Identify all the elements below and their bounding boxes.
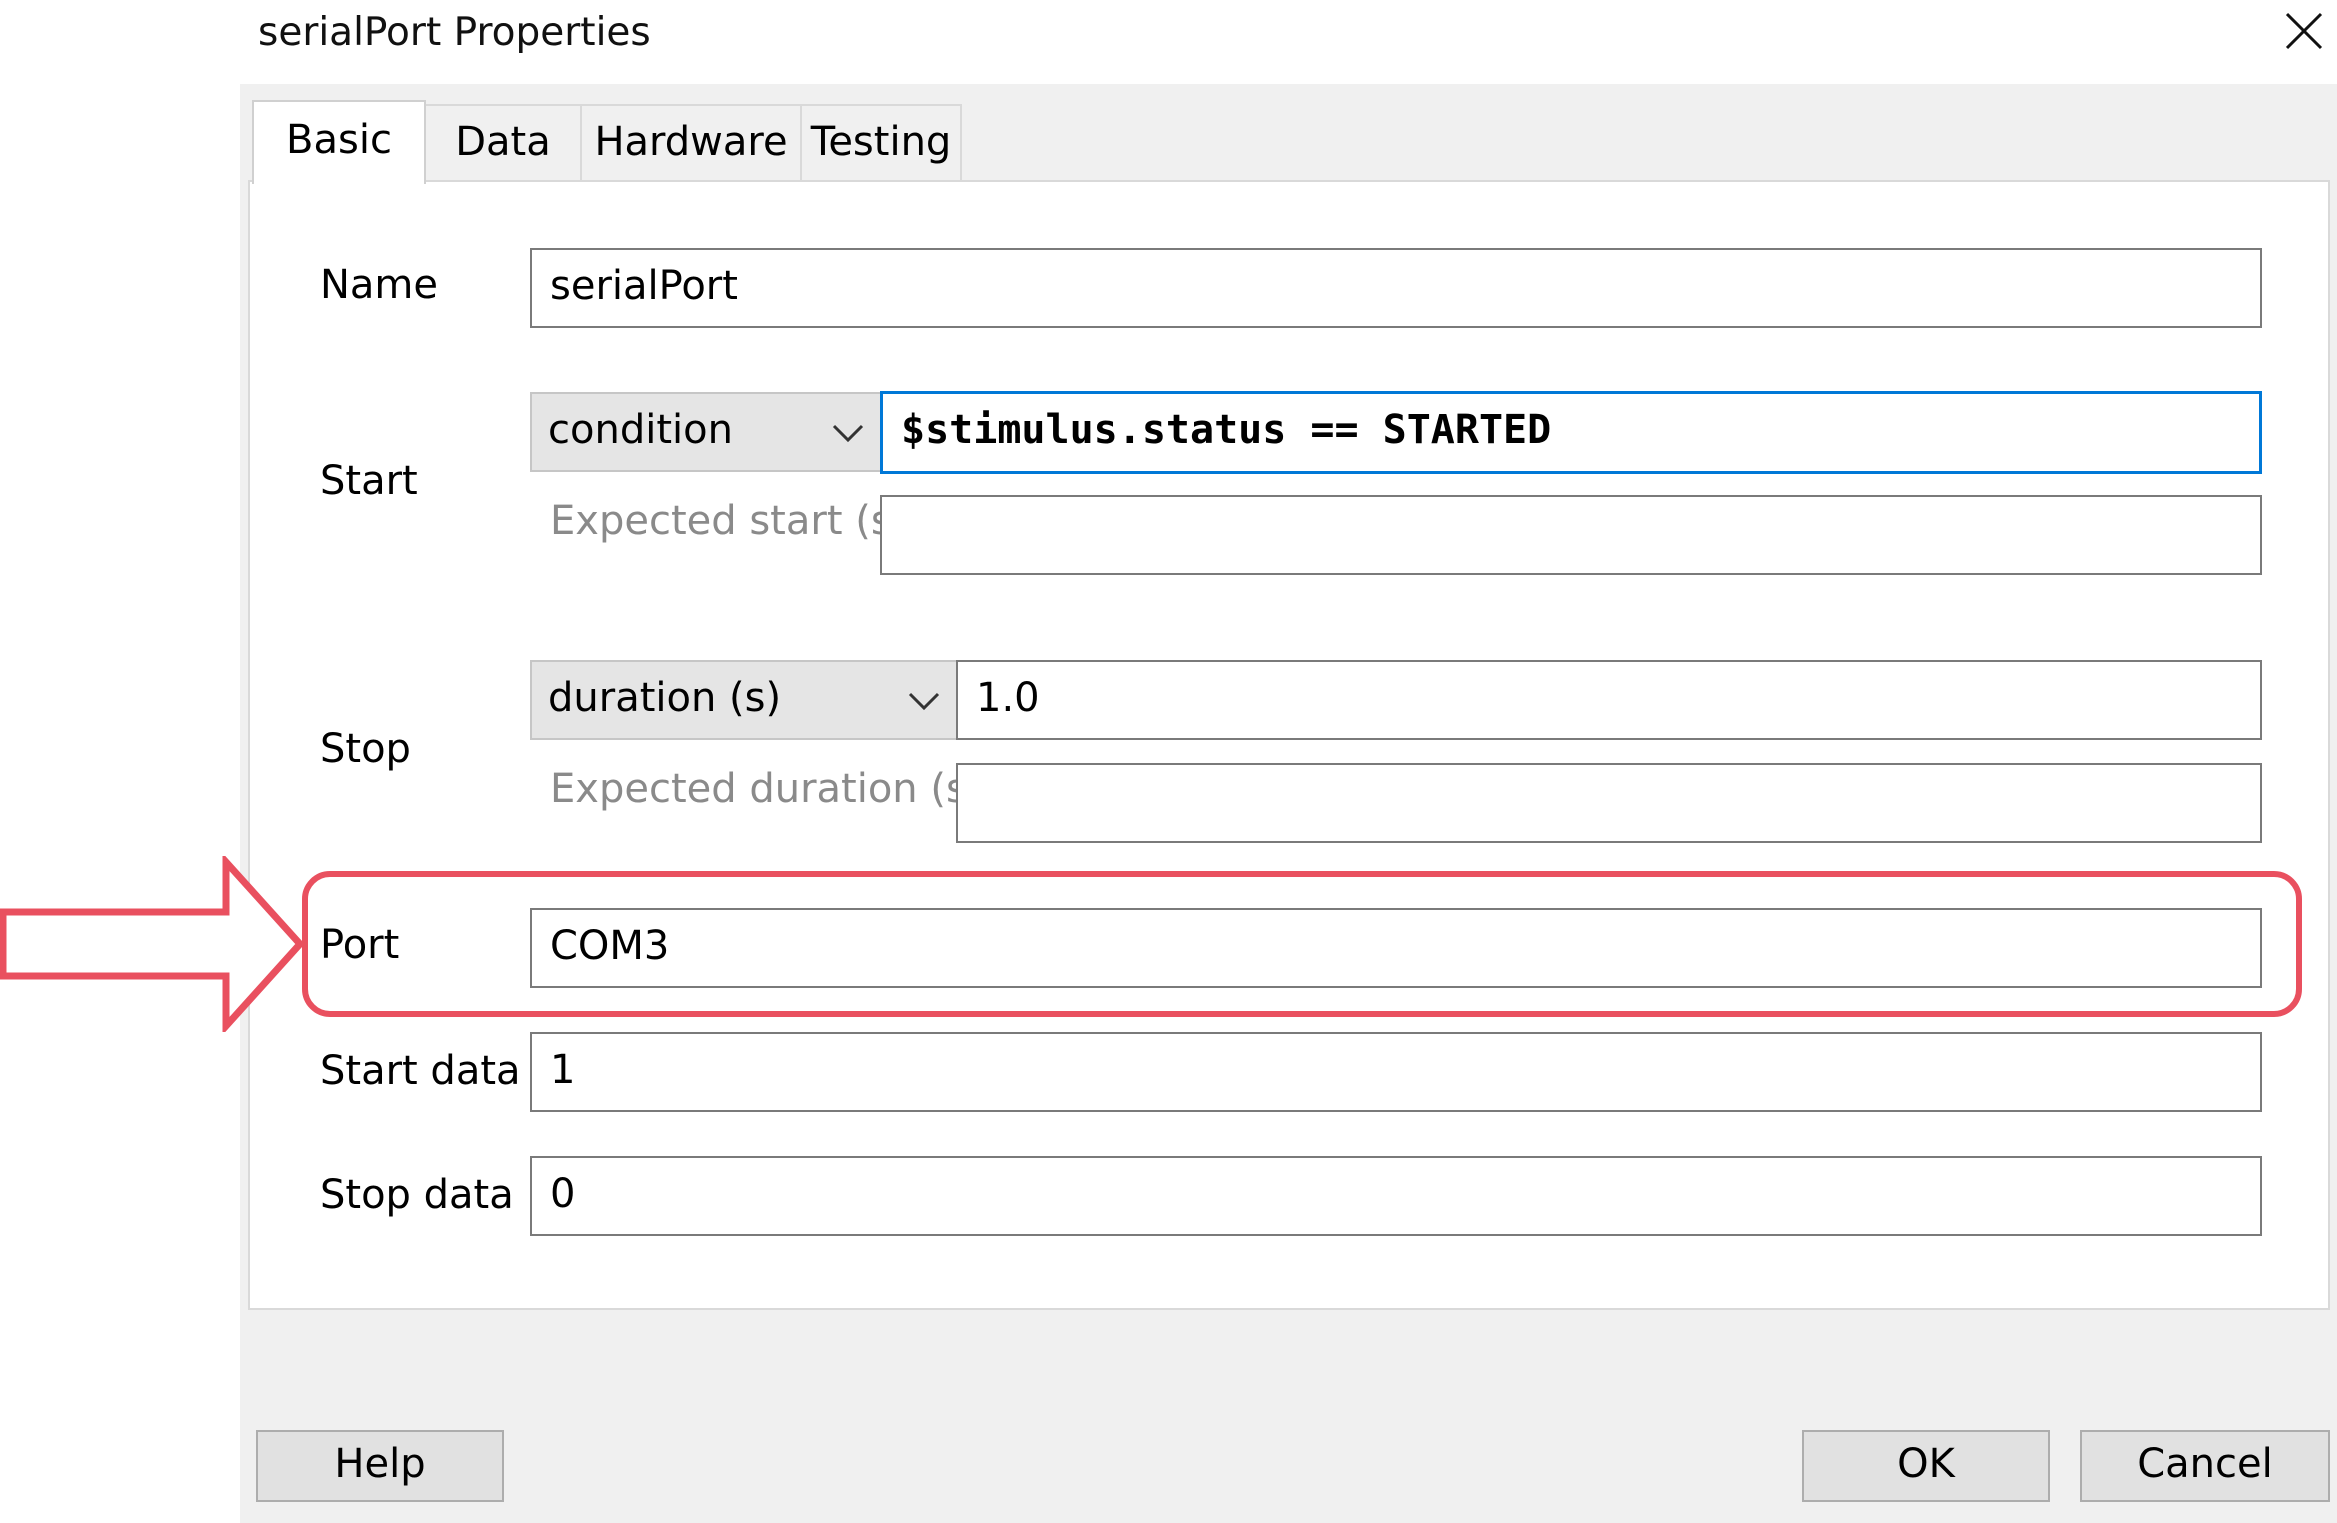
start-condition-field[interactable]: $stimulus.status == STARTED bbox=[880, 391, 2262, 474]
tab-testing[interactable]: Testing bbox=[800, 104, 962, 180]
window-title: serialPort Properties bbox=[258, 10, 651, 55]
tab-basic[interactable]: Basic bbox=[252, 100, 426, 184]
tab-hardware[interactable]: Hardware bbox=[580, 104, 802, 180]
start-label: Start bbox=[320, 458, 418, 504]
tab-data[interactable]: Data bbox=[424, 104, 582, 180]
port-label: Port bbox=[320, 922, 400, 968]
start-data-label: Start data bbox=[320, 1048, 521, 1094]
stop-type-dropdown[interactable]: duration (s) bbox=[530, 660, 958, 740]
start-data-field[interactable]: 1 bbox=[530, 1032, 2262, 1112]
stop-label: Stop bbox=[320, 726, 411, 772]
basic-tab-panel bbox=[248, 180, 2330, 1310]
ok-button[interactable]: OK bbox=[1802, 1430, 2050, 1502]
stop-data-label: Stop data bbox=[320, 1172, 514, 1218]
port-field[interactable]: COM3 bbox=[530, 908, 2262, 988]
pointer-arrow-icon bbox=[0, 856, 305, 1032]
expected-start-label: Expected start (s) bbox=[550, 498, 908, 544]
cancel-button[interactable]: Cancel bbox=[2080, 1430, 2330, 1502]
chevron-down-icon bbox=[908, 692, 940, 711]
expected-start-field[interactable] bbox=[880, 495, 2262, 575]
stop-data-field[interactable]: 0 bbox=[530, 1156, 2262, 1236]
expected-duration-field[interactable] bbox=[956, 763, 2262, 843]
name-field[interactable]: serialPort bbox=[530, 248, 2262, 328]
name-label: Name bbox=[320, 262, 439, 308]
stop-type-selected: duration (s) bbox=[548, 675, 782, 721]
chevron-down-icon bbox=[832, 424, 864, 443]
start-type-dropdown[interactable]: condition bbox=[530, 392, 882, 472]
close-icon[interactable] bbox=[2283, 10, 2325, 52]
expected-duration-label: Expected duration (s) bbox=[550, 766, 983, 812]
help-button[interactable]: Help bbox=[256, 1430, 504, 1502]
stop-duration-field[interactable]: 1.0 bbox=[956, 660, 2262, 740]
start-type-selected: condition bbox=[548, 407, 733, 453]
